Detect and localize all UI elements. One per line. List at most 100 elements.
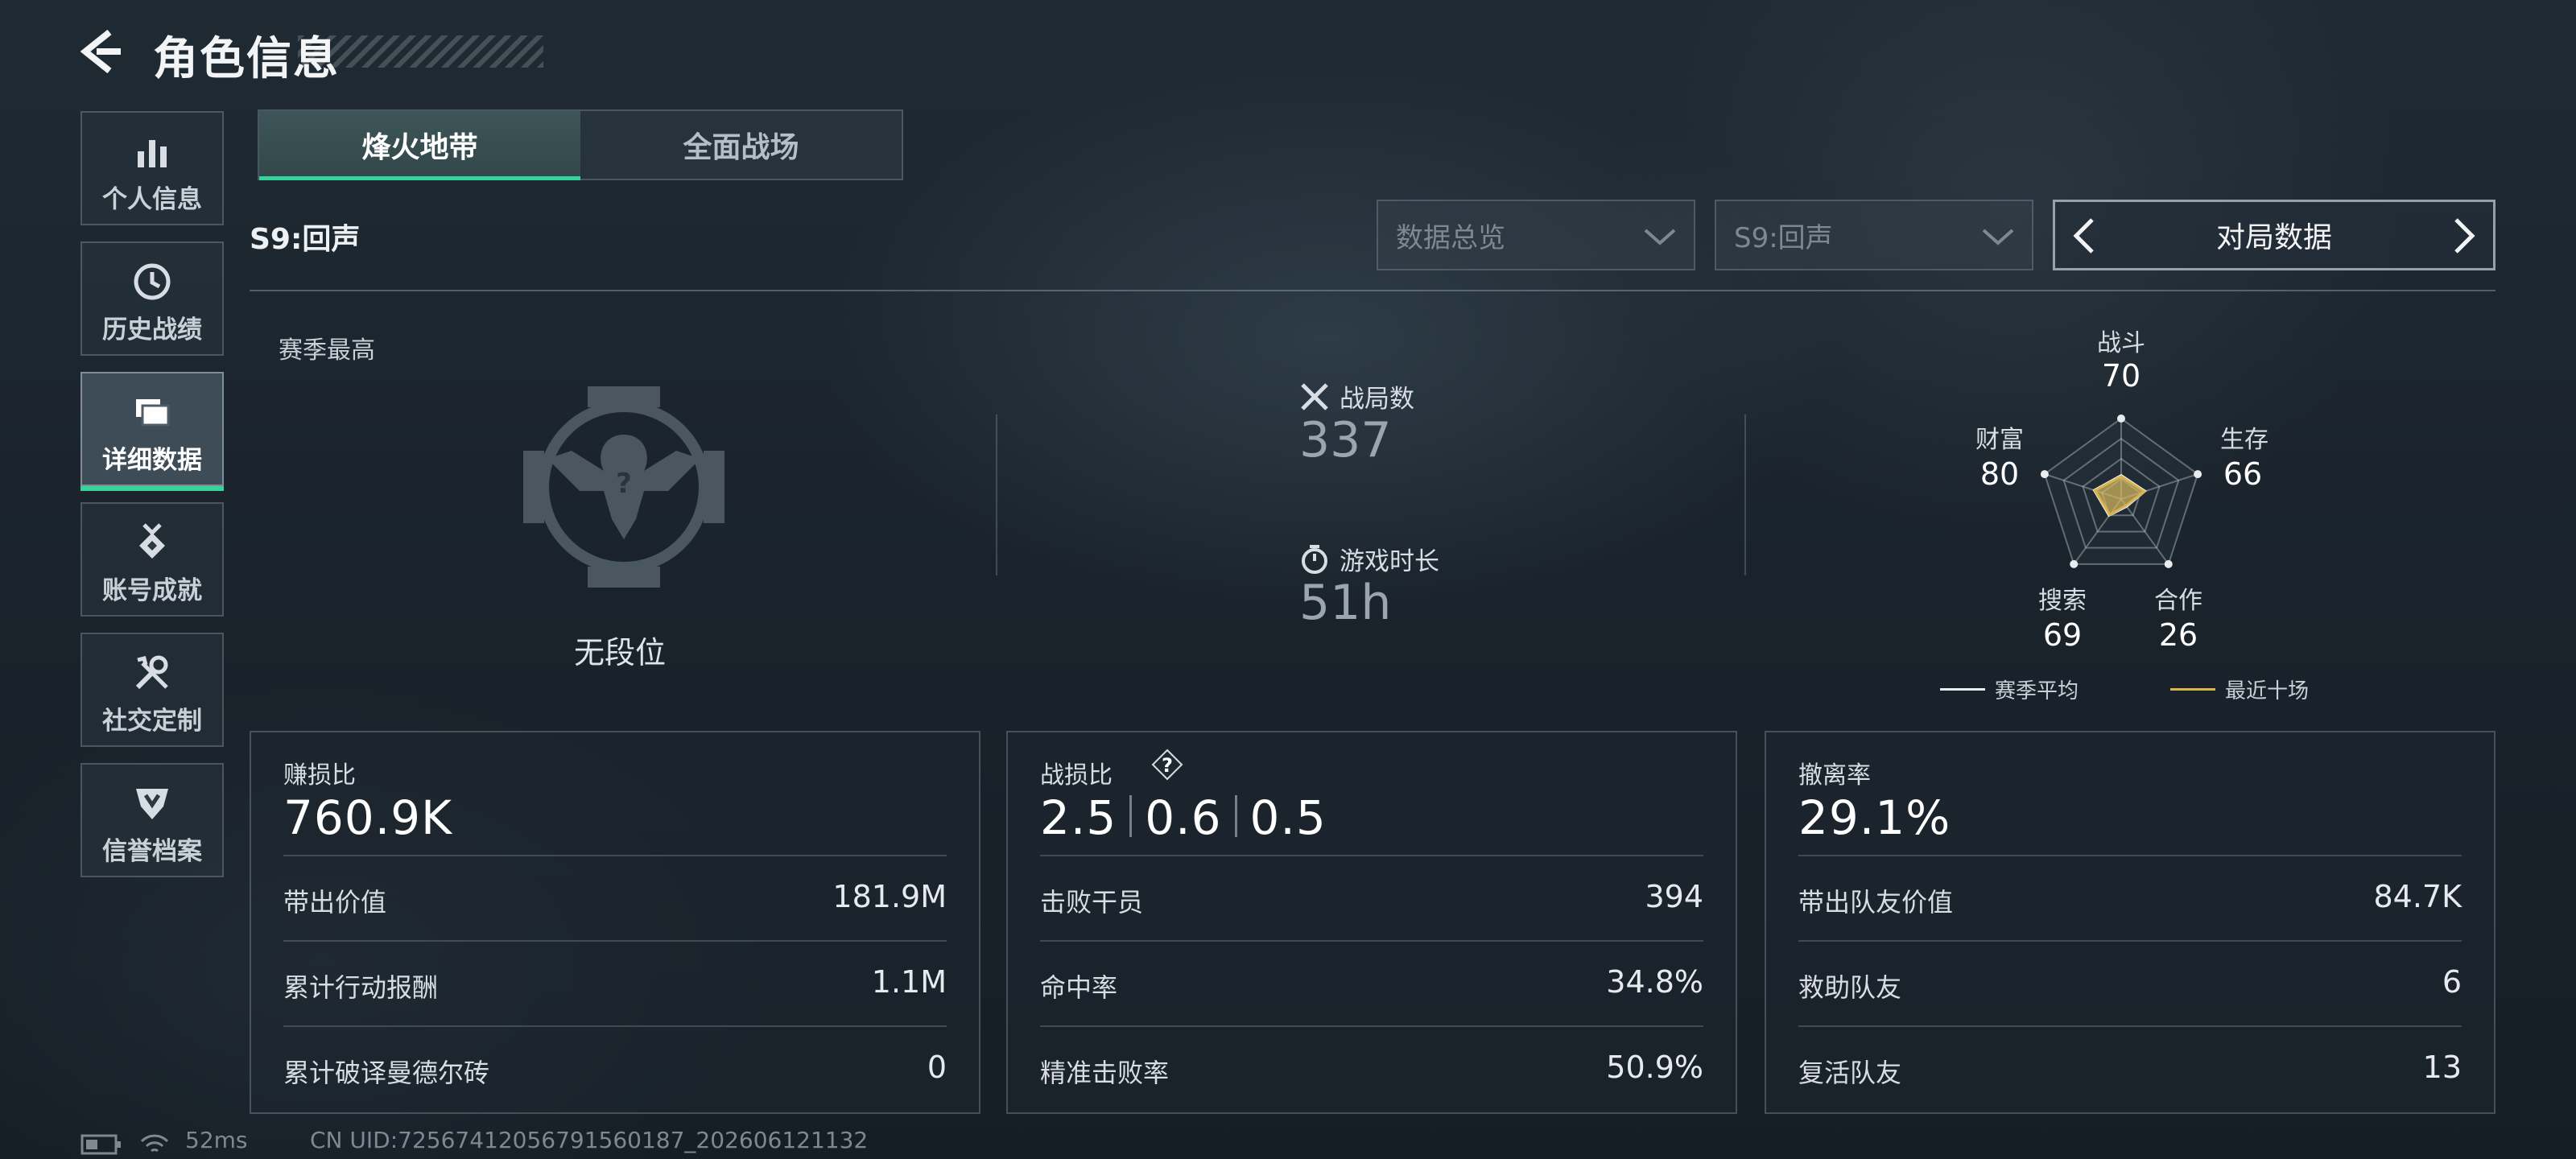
back-arrow-icon[interactable] <box>77 27 126 76</box>
title-decoration <box>298 35 543 68</box>
stat-value: 13 <box>2422 1050 2462 1085</box>
radar-value-cooperation: 26 <box>2159 617 2198 653</box>
stat-key: 累计行动报酬 <box>283 972 439 1003</box>
extract-value: 29.1% <box>1798 790 1951 845</box>
radar-value-search: 69 <box>2043 617 2082 653</box>
playtime-value: 51h <box>1299 575 1392 631</box>
profit-label: 赚损比 <box>283 761 356 790</box>
overview-dropdown[interactable]: 数据总览 <box>1377 200 1695 270</box>
sidebar-item-label: 个人信息 <box>102 185 202 214</box>
stat-value: 6 <box>2442 964 2462 1000</box>
svg-text:?: ? <box>616 468 632 500</box>
uid-text: CN UID:72567412056791560187_202606121132 <box>310 1127 869 1153</box>
playtime-label: 游戏时长 <box>1340 547 1439 576</box>
sidebar-item-detailed-data[interactable]: 详细数据 <box>80 372 224 491</box>
data-type-pager: 对局数据 <box>2053 200 2496 270</box>
radar-vertex <box>2040 470 2049 479</box>
svg-text:?: ? <box>1162 754 1173 777</box>
chevron-down-icon <box>1644 229 1676 245</box>
stat-key: 击败干员 <box>1040 887 1144 918</box>
radar-label-survival: 生存 <box>2220 426 2268 454</box>
radar-value-survival: 66 <box>2223 456 2262 492</box>
sidebar-item-label: 账号成就 <box>102 576 202 605</box>
stat-key: 命中率 <box>1040 972 1118 1003</box>
radar-label-combat: 战斗 <box>2097 329 2145 357</box>
rank-text: 无段位 <box>573 635 666 670</box>
season-best-label: 赛季最高 <box>279 336 375 365</box>
dropdown-value: S9:回声 <box>1734 221 1833 254</box>
stat-value: 34.8% <box>1606 964 1703 1000</box>
extract-label: 撤离率 <box>1798 761 1871 790</box>
sidebar-item-achievements[interactable]: 账号成就 <box>80 502 224 617</box>
sidebar-item-social[interactable]: 社交定制 <box>80 633 224 747</box>
radar-value-wealth: 80 <box>1980 456 2019 492</box>
clock-icon <box>134 263 171 300</box>
tools-icon <box>135 655 168 690</box>
stat-value: 84.7K <box>2373 879 2462 914</box>
divider <box>250 290 2496 291</box>
stat-key: 带出价值 <box>283 887 387 918</box>
profit-value: 760.9K <box>283 790 453 845</box>
medal-icon <box>139 523 165 559</box>
tab-warzone[interactable]: 烽火地带 <box>259 111 580 180</box>
combat-value-2: 0.6 <box>1145 790 1222 845</box>
divider <box>996 415 997 575</box>
question-icon[interactable]: ? <box>1151 749 1183 781</box>
profit-panel: 赚损比 760.9K 带出价值 181.9M 累计行动报酬 1.1M 累计破译曼… <box>250 731 980 1114</box>
stat-value: 181.9M <box>832 879 947 914</box>
stat-key: 带出队友价值 <box>1798 887 1954 918</box>
chevron-down-icon <box>1982 229 2014 245</box>
stat-value: 0 <box>927 1050 947 1085</box>
dropdown-value: 数据总览 <box>1396 221 1505 254</box>
combat-panel: 战损比 ? 2.5 0.6 0.5 击败干员 394 命中率 34.8% 精准击败率… <box>1006 731 1737 1114</box>
stat-row: 救助队友 6 <box>1798 940 2462 1027</box>
value-separator <box>1129 795 1133 837</box>
crossed-swords-icon <box>1301 383 1328 410</box>
rank-emblem-icon: ? <box>523 386 724 588</box>
tab-full-battlefield[interactable]: 全面战场 <box>580 111 902 179</box>
legend-swatch-recent-ten <box>2170 688 2215 691</box>
bar-chart-icon <box>138 140 167 167</box>
legend-swatch-season-avg <box>1940 688 1985 691</box>
combat-value-3: 0.5 <box>1249 790 1327 845</box>
season-dropdown[interactable]: S9:回声 <box>1715 200 2033 270</box>
stat-value: 394 <box>1645 879 1703 914</box>
stat-key: 累计破译曼德尔砖 <box>283 1058 490 1088</box>
combat-value-1: 2.5 <box>1040 790 1117 845</box>
folders-icon <box>136 399 170 427</box>
radar-label-cooperation: 合作 <box>2154 587 2202 615</box>
divider <box>1744 415 1746 575</box>
shield-badge-icon <box>136 789 168 819</box>
stat-row: 带出价值 181.9M <box>283 855 947 942</box>
stat-row: 累计破译曼德尔砖 0 <box>283 1025 947 1112</box>
legend-season-avg: 赛季平均 <box>1995 679 2079 703</box>
stopwatch-icon <box>1302 545 1327 574</box>
chevron-right-icon[interactable] <box>2443 217 2482 255</box>
matches-value: 337 <box>1299 412 1392 468</box>
sidebar-item-history[interactable]: 历史战绩 <box>80 241 224 356</box>
wifi-icon <box>140 1134 169 1153</box>
matches-label: 战局数 <box>1340 385 1414 414</box>
sidebar-item-label: 社交定制 <box>102 707 202 736</box>
stat-row: 复活队友 13 <box>1798 1025 2462 1112</box>
combat-label: 战损比 <box>1040 761 1113 790</box>
season-title: S9:回声 <box>250 223 361 256</box>
sidebar-item-credibility[interactable]: 信誉档案 <box>80 763 224 877</box>
mode-tabs: 烽火地带 全面战场 <box>258 109 903 180</box>
sidebar-item-personal-info[interactable]: 个人信息 <box>80 111 224 225</box>
stat-row: 累计行动报酬 1.1M <box>283 940 947 1027</box>
chevron-left-icon[interactable] <box>2066 217 2105 255</box>
legend-recent-ten: 最近十场 <box>2225 679 2310 703</box>
ping-text: 52ms <box>185 1127 248 1153</box>
stat-key: 救助队友 <box>1798 972 1902 1003</box>
sidebar-item-label: 历史战绩 <box>102 316 202 344</box>
combat-values: 2.5 0.6 0.5 <box>1040 790 1327 845</box>
radar-label-wealth: 财富 <box>1975 426 2024 454</box>
stat-value: 1.1M <box>871 964 947 1000</box>
radar-vertex <box>2164 559 2173 568</box>
stat-key: 复活队友 <box>1798 1058 1902 1088</box>
battery-icon <box>80 1134 121 1155</box>
radar-label-search: 搜索 <box>2038 587 2087 615</box>
stat-key: 精准击败率 <box>1040 1058 1170 1088</box>
radar-vertex <box>2070 559 2079 568</box>
